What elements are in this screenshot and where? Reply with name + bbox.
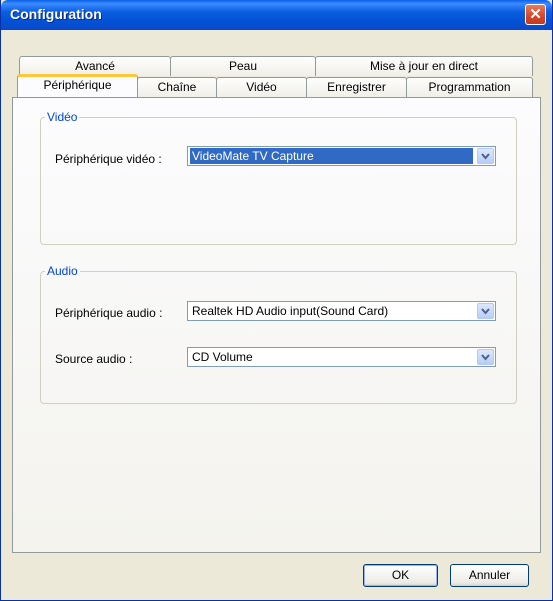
tab-video-label: Vidéo [246,80,277,94]
cancel-button-label: Annuler [468,568,511,582]
tab-chaine-label: Chaîne [157,80,197,94]
tab-peripherique[interactable]: Périphérique [17,74,138,97]
audio-source-label: Source audio : [55,352,133,366]
tab-enregistrer[interactable]: Enregistrer [306,77,407,97]
audio-device-value: Realtek HD Audio input(Sound Card) [192,304,389,318]
video-device-label: Périphérique vidéo : [55,152,162,166]
close-icon: ✕ [529,6,542,23]
tab-avance[interactable]: Avancé [19,56,171,76]
video-group: Vidéo [40,110,517,245]
tab-chaine[interactable]: Chaîne [137,77,217,97]
tab-avance-label: Avancé [75,59,115,73]
tab-programmation-label: Programmation [428,80,511,94]
audio-group-legend: Audio [47,264,78,278]
chevron-down-icon [481,354,490,361]
ok-button-label: OK [391,568,410,582]
window-title: Configuration [10,6,102,22]
tab-peau[interactable]: Peau [170,56,316,76]
video-device-dropdown-button[interactable] [477,148,494,164]
tab-video[interactable]: Vidéo [216,77,307,97]
audio-device-dropdown-button[interactable] [477,303,494,319]
tab-peripherique-label: Périphérique [43,78,112,92]
audio-source-select[interactable]: CD Volume [187,347,496,367]
tab-peau-label: Peau [228,59,258,73]
configuration-dialog: Configuration ✕ Avancé Peau Mise à jour … [0,0,553,601]
video-device-select[interactable]: VideoMate TV Capture [187,146,496,166]
tab-programmation[interactable]: Programmation [406,77,533,97]
audio-source-dropdown-button[interactable] [477,349,494,365]
tab-enregistrer-label: Enregistrer [327,80,386,94]
audio-source-value: CD Volume [192,350,253,364]
tab-mise-a-jour-label: Mise à jour en direct [369,59,479,73]
tab-panel-peripherique: Vidéo Périphérique vidéo : VideoMate TV … [12,97,541,553]
title-bar[interactable]: Configuration ✕ [1,0,552,30]
video-device-value: VideoMate TV Capture [190,148,473,164]
audio-group: Audio [40,264,517,404]
ok-button[interactable]: OK [363,564,438,587]
chevron-down-icon [481,153,490,160]
chevron-down-icon [481,308,490,315]
audio-device-label: Périphérique audio : [55,306,163,320]
audio-device-select[interactable]: Realtek HD Audio input(Sound Card) [187,301,496,321]
close-button[interactable]: ✕ [525,4,546,25]
tab-mise-a-jour[interactable]: Mise à jour en direct [315,56,533,76]
video-group-legend: Vidéo [47,110,78,124]
cancel-button[interactable]: Annuler [450,564,529,587]
